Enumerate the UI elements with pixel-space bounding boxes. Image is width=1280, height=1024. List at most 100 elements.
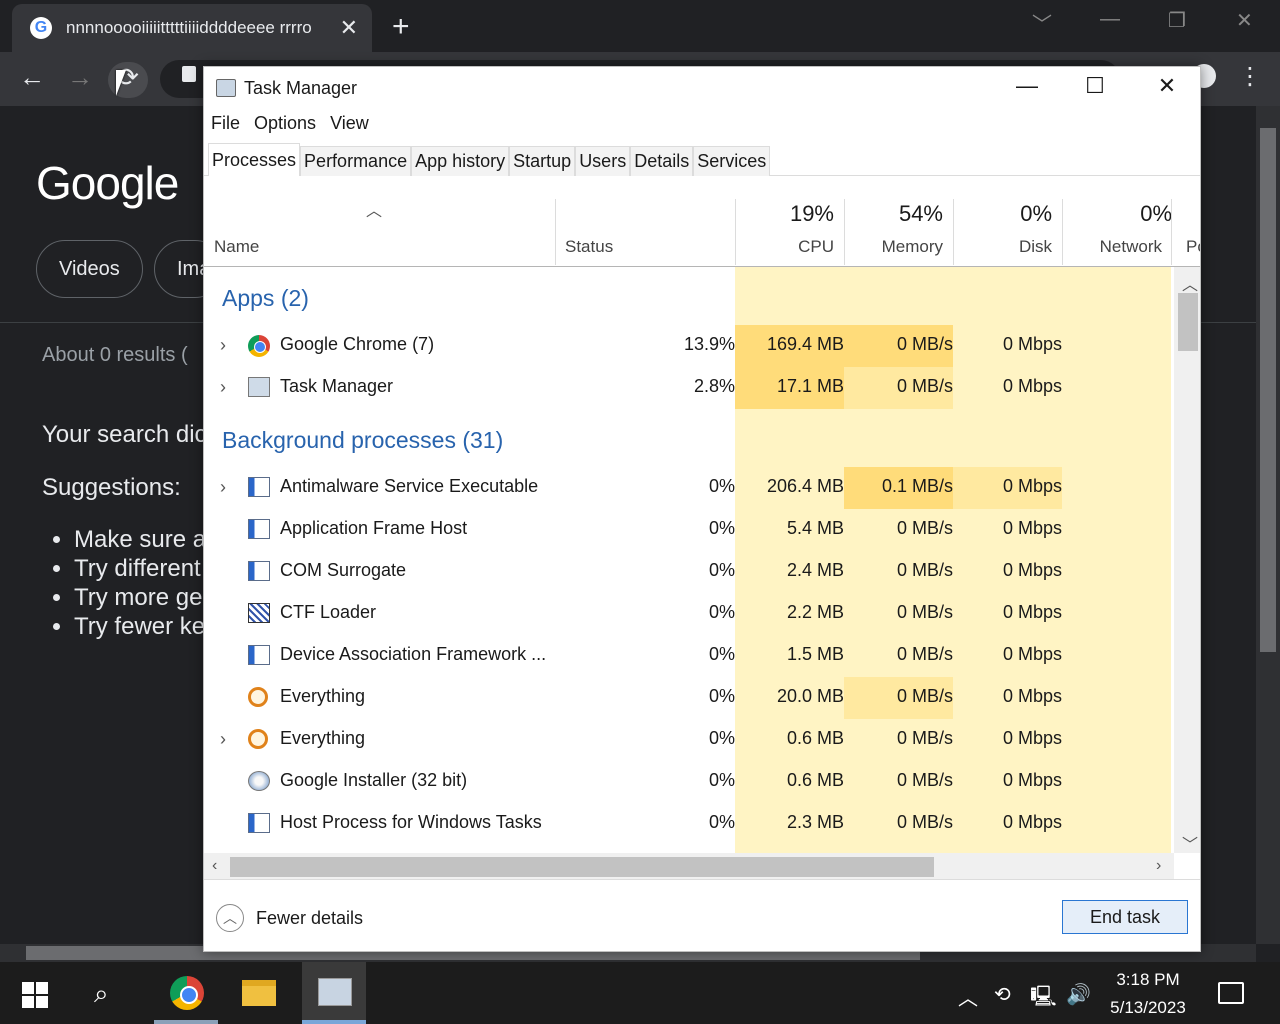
tab-title: nnnnooooiiiiitttttiiiiddddeeee rrrro	[66, 18, 312, 37]
process-cpu: 0%	[708, 476, 735, 496]
process-cpu: 0%	[708, 728, 735, 748]
scroll-up-icon[interactable]: ︿	[1182, 271, 1198, 295]
process-memory: 17.1 MB	[776, 376, 844, 396]
column-separator[interactable]	[844, 199, 845, 265]
group-background[interactable]: Background processes (31)	[222, 427, 503, 454]
suggestions-list: Make sure a Try different Try more ger T…	[74, 526, 210, 642]
column-separator[interactable]	[953, 199, 954, 265]
tab-close-icon[interactable]: ✕	[340, 15, 358, 41]
browser-close-icon[interactable]: ✕	[1236, 8, 1253, 33]
memory-total[interactable]: 54%	[899, 201, 943, 227]
process-row[interactable]: Device Association Framework ... 0% 1.5 MB…	[204, 635, 1174, 677]
tab-processes[interactable]: Processes	[208, 143, 301, 176]
process-row[interactable]: Everything 0% 20.0 MB 0 MB/s 0 Mbps	[204, 677, 1174, 719]
process-disk: 0 MB/s	[896, 770, 953, 790]
process-disk: 0.1 MB/s	[881, 476, 953, 496]
clock-time[interactable]: 3:18 PM	[1112, 970, 1184, 990]
column-cpu[interactable]: CPU	[798, 237, 834, 257]
back-arrow-icon[interactable]: ←	[12, 62, 52, 98]
notifications-icon[interactable]	[1218, 982, 1244, 1004]
column-separator[interactable]	[735, 199, 736, 265]
scroll-down-icon[interactable]: ﹀	[1182, 831, 1198, 855]
windows-start-icon[interactable]	[22, 982, 48, 1008]
end-task-button[interactable]: End task	[1062, 900, 1188, 934]
column-memory[interactable]: Memory	[882, 237, 943, 257]
maximize-icon[interactable]: ☐	[1072, 73, 1118, 105]
tab-performance[interactable]: Performance	[300, 146, 412, 176]
page-vertical-scroll-thumb[interactable]	[1260, 128, 1276, 652]
disk-total[interactable]: 0%	[1020, 201, 1052, 227]
column-power[interactable]: Po	[1186, 237, 1200, 257]
process-network: 0 Mbps	[1002, 334, 1062, 354]
close-icon[interactable]: ✕	[1144, 73, 1190, 105]
menu-options[interactable]: Options	[247, 111, 323, 139]
column-disk[interactable]: Disk	[1019, 237, 1052, 257]
clock-date[interactable]: 5/13/2023	[1104, 998, 1192, 1018]
tab-startup[interactable]: Startup	[509, 146, 576, 176]
column-separator[interactable]	[1171, 199, 1172, 265]
process-row[interactable]: › Everything 0% 0.6 MB 0 MB/s 0 Mbps	[204, 719, 1174, 761]
scroll-right-icon[interactable]: ›	[1156, 857, 1161, 875]
process-row[interactable]: COM Surrogate 0% 2.4 MB 0 MB/s 0 Mbps	[204, 551, 1174, 593]
cpu-total[interactable]: 19%	[790, 201, 834, 227]
search-icon[interactable]: ⌕	[94, 978, 109, 1010]
menu-view[interactable]: View	[323, 111, 376, 139]
suggestion-item: Make sure a	[74, 526, 210, 555]
windows-taskbar: ⌕ ︿ ⟲ 🖳 🔊 3:18 PM 5/13/2023	[0, 962, 1280, 1024]
browser-menu-icon[interactable]: ⋮	[1238, 62, 1262, 91]
tab-app-history[interactable]: App history	[411, 146, 510, 176]
process-memory: 2.4 MB	[786, 560, 844, 580]
table-horizontal-scroll-thumb[interactable]	[230, 857, 934, 877]
process-row[interactable]: › Antimalware Service Executable 0% 206.4 M…	[204, 467, 1174, 509]
column-separator[interactable]	[555, 199, 556, 265]
fewer-details-link[interactable]: Fewer details	[256, 908, 363, 929]
installer-icon	[248, 771, 270, 791]
forward-arrow-icon[interactable]: →	[60, 62, 100, 98]
volume-icon[interactable]: 🔊	[1066, 982, 1091, 1007]
chip-videos[interactable]: Videos	[36, 240, 143, 298]
table-vertical-scrollbar[interactable]	[1174, 267, 1200, 853]
browser-restore-icon[interactable]: ❐	[1168, 8, 1186, 33]
column-status[interactable]: Status	[565, 237, 613, 257]
chevron-up-circle-icon[interactable]: ︿	[216, 904, 244, 932]
group-apps[interactable]: Apps (2)	[222, 285, 309, 312]
expand-chevron-icon[interactable]: ›	[220, 335, 226, 356]
task-manager-title-bar[interactable]: Task Manager — ☐ ✕	[204, 67, 1200, 111]
column-name[interactable]: Name	[214, 237, 259, 257]
reload-icon[interactable]: ⟳	[108, 62, 148, 98]
column-network[interactable]: Network	[1100, 237, 1162, 257]
expand-chevron-icon[interactable]: ›	[220, 729, 226, 750]
network-icon[interactable]: 🖳	[1030, 982, 1057, 1016]
process-memory: 5.4 MB	[786, 518, 844, 538]
column-separator[interactable]	[1062, 199, 1063, 265]
tab-details[interactable]: Details	[630, 146, 694, 176]
minimize-icon[interactable]: —	[1004, 73, 1050, 105]
tab-services[interactable]: Services	[693, 146, 771, 176]
browser-minimize-icon[interactable]: —	[1100, 8, 1120, 31]
scroll-left-icon[interactable]: ‹	[212, 857, 217, 875]
menu-file[interactable]: File	[204, 111, 247, 139]
lock-icon	[182, 66, 196, 82]
taskbar-chrome[interactable]	[154, 962, 218, 1024]
process-row[interactable]: Google Installer (32 bit) 0% 0.6 MB 0 MB/s 0…	[204, 761, 1174, 803]
taskbar-task-manager[interactable]	[302, 962, 366, 1024]
browser-tab[interactable]: G nnnnooooiiiiitttttiiiiddddeeee rrrro ✕	[12, 4, 372, 52]
window-icon	[248, 645, 270, 665]
new-tab-button[interactable]: +	[392, 10, 410, 44]
tab-users[interactable]: Users	[575, 146, 631, 176]
tab-search-chevron-icon[interactable]: ﹀	[1032, 8, 1052, 37]
sync-status-icon[interactable]: ⟲	[994, 982, 1011, 1007]
show-hidden-icons-icon[interactable]: ︿	[958, 982, 978, 1011]
expand-chevron-icon[interactable]: ›	[220, 377, 226, 398]
process-name: CTF Loader	[280, 602, 377, 622]
table-vertical-scroll-thumb[interactable]	[1178, 293, 1198, 351]
taskbar-file-explorer[interactable]	[228, 962, 292, 1024]
process-row[interactable]: › Google Chrome (7) 13.9% 169.4 MB 0 MB/s 0 M…	[204, 325, 1174, 367]
network-total[interactable]: 0%	[1140, 201, 1172, 227]
google-logo[interactable]: Google	[36, 156, 179, 210]
process-row[interactable]: Host Process for Windows Tasks 0% 2.3 MB 0 …	[204, 803, 1174, 845]
expand-chevron-icon[interactable]: ›	[220, 477, 226, 498]
process-row[interactable]: › Task Manager 2.8% 17.1 MB 0 MB/s 0 Mbps	[204, 367, 1174, 409]
process-row[interactable]: CTF Loader 0% 2.2 MB 0 MB/s 0 Mbps	[204, 593, 1174, 635]
process-row[interactable]: Application Frame Host 0% 5.4 MB 0 MB/s 0 Mb…	[204, 509, 1174, 551]
